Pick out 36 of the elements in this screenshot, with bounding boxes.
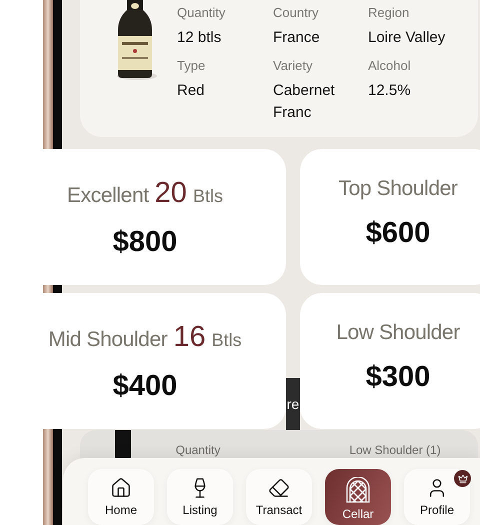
field-label: Type xyxy=(177,57,206,74)
field-label: Region xyxy=(368,4,410,21)
button-label: re xyxy=(286,396,300,412)
price: $300 xyxy=(366,361,430,394)
field-label: Quantity xyxy=(177,4,226,21)
nav-tab[interactable]: Cellar xyxy=(325,469,391,525)
home-icon xyxy=(110,477,132,499)
unit-label: Btls xyxy=(212,330,242,351)
grade-label: Mid Shoulder xyxy=(48,328,168,352)
nav-tab[interactable]: Profile xyxy=(404,469,470,525)
grade-label: Excellent xyxy=(67,184,149,208)
field-value: France xyxy=(273,28,321,48)
field-value: 12 btls xyxy=(177,28,222,48)
field-value: Red xyxy=(177,81,206,101)
field-value: 12.5% xyxy=(368,81,412,101)
nav-tab[interactable]: Home xyxy=(88,469,154,525)
grade-label: Top Shoulder xyxy=(338,177,458,201)
field-value: Cabernet Franc xyxy=(273,81,336,123)
price: $400 xyxy=(112,370,178,403)
field-label: Quantity xyxy=(176,443,222,457)
eraser-icon xyxy=(268,477,290,499)
field-label: Variety xyxy=(273,57,314,74)
field-label: Alcohol xyxy=(368,57,412,74)
bottle-count: 16 xyxy=(173,321,206,354)
field-label: Low Shoulder (1) xyxy=(349,443,442,457)
grade-label: Low Shoulder xyxy=(336,321,460,345)
nav-tab[interactable]: Listing xyxy=(167,469,233,525)
arched-window-icon xyxy=(345,477,371,503)
unit-label: Btls xyxy=(192,186,223,207)
nav-tab[interactable]: Transact xyxy=(246,469,312,525)
bottle-count: 20 xyxy=(154,177,187,210)
price: $600 xyxy=(366,217,430,250)
dark-button[interactable]: re xyxy=(286,378,300,430)
price: $800 xyxy=(112,226,178,259)
field-label: Country xyxy=(273,4,320,21)
field-value: Loire Valley xyxy=(368,28,446,48)
